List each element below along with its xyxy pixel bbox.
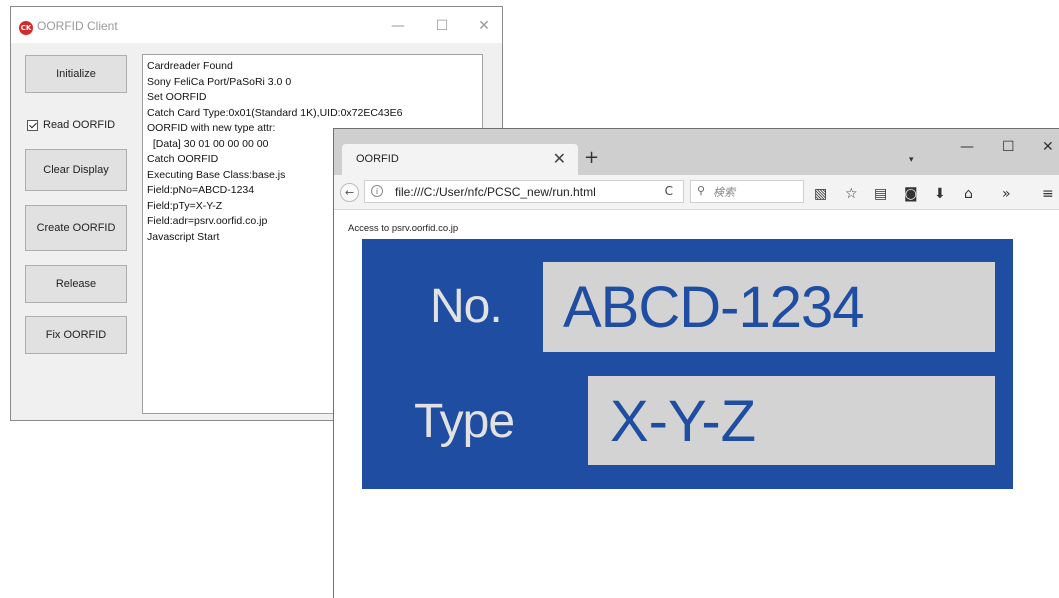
- type-value: X-Y-Z: [610, 389, 757, 454]
- tab-oorfid[interactable]: OORFID ✕: [342, 144, 578, 175]
- client-window-title: OORFID Client: [37, 19, 118, 33]
- log-line: Catch Card Type:0x01(Standard 1K),UID:0x…: [147, 106, 403, 119]
- oorfid-info-panel: No. ABCD-1234 Type X-Y-Z: [362, 239, 1013, 489]
- hamburger-menu-icon[interactable]: ≡: [1042, 186, 1054, 202]
- browser-minimize-button[interactable]: —: [960, 139, 974, 155]
- tab-list-dropdown-icon[interactable]: ▾: [909, 155, 914, 165]
- client-maximize-button[interactable]: ☐: [431, 17, 453, 35]
- log-line: Set OORFID: [147, 91, 207, 103]
- overflow-menu-icon[interactable]: »: [1002, 186, 1011, 202]
- access-text: Access to psrv.oorfid.co.jp: [348, 223, 459, 234]
- number-label: No.: [430, 280, 503, 333]
- client-close-button[interactable]: ✕: [473, 17, 495, 35]
- read-oorfid-checkbox-row[interactable]: Read OORFID: [27, 119, 115, 131]
- address-bar[interactable]: i file:///C:/User/nfc/PCSC_new/run.html …: [364, 180, 684, 203]
- downloads-icon[interactable]: ⬇: [934, 186, 946, 202]
- tab-close-icon[interactable]: ✕: [553, 149, 566, 168]
- bookmark-star-icon[interactable]: ☆: [845, 186, 858, 202]
- browser-close-button[interactable]: ✕: [1042, 139, 1054, 155]
- clear-display-button[interactable]: Clear Display: [25, 149, 127, 191]
- library-icon[interactable]: ▤: [874, 186, 887, 202]
- read-oorfid-label: Read OORFID: [43, 119, 116, 131]
- release-button[interactable]: Release: [25, 265, 127, 303]
- page-content: Access to psrv.oorfid.co.jp No. ABCD-123…: [334, 210, 1059, 598]
- number-value-box: ABCD-1234: [543, 262, 995, 352]
- tab-strip[interactable]: OORFID ✕ + ▾ — ☐ ✕: [334, 129, 1059, 175]
- reload-icon[interactable]: C: [665, 184, 673, 198]
- navigation-toolbar: ← i file:///C:/User/nfc/PCSC_new/run.htm…: [334, 175, 1059, 210]
- search-input[interactable]: [711, 183, 803, 202]
- browser-window: OORFID ✕ + ▾ — ☐ ✕ ← i file:///C:/User/n…: [333, 128, 1059, 598]
- client-minimize-button[interactable]: —: [387, 17, 409, 35]
- fix-oorfid-button[interactable]: Fix OORFID: [25, 316, 127, 354]
- pocket-icon[interactable]: ◙: [904, 186, 918, 202]
- reader-view-icon[interactable]: ▧: [814, 186, 827, 202]
- tab-title: OORFID: [356, 153, 399, 165]
- client-titlebar[interactable]: CK OORFID Client — ☐ ✕: [11, 7, 502, 43]
- log-line: Cardreader Found: [147, 60, 233, 72]
- site-info-icon[interactable]: i: [371, 185, 383, 197]
- number-value: ABCD-1234: [563, 275, 864, 340]
- create-oorfid-button[interactable]: Create OORFID: [25, 205, 127, 251]
- url-text[interactable]: file:///C:/User/nfc/PCSC_new/run.html: [395, 185, 596, 199]
- home-icon[interactable]: ⌂: [964, 186, 973, 202]
- browser-maximize-button[interactable]: ☐: [1002, 139, 1015, 155]
- type-value-box: X-Y-Z: [588, 376, 995, 465]
- search-icon: ⚲: [697, 184, 706, 197]
- app-logo-icon: CK: [19, 21, 33, 35]
- type-label: Type: [414, 395, 515, 448]
- initialize-button[interactable]: Initialize: [25, 55, 127, 93]
- read-oorfid-checkbox[interactable]: [27, 119, 38, 131]
- log-line: Sony FeliCa Port/PaSoRi 3.0 0: [147, 75, 292, 88]
- search-box[interactable]: ⚲: [690, 180, 804, 203]
- back-arrow-icon[interactable]: ←: [340, 183, 359, 202]
- new-tab-button[interactable]: +: [584, 147, 599, 168]
